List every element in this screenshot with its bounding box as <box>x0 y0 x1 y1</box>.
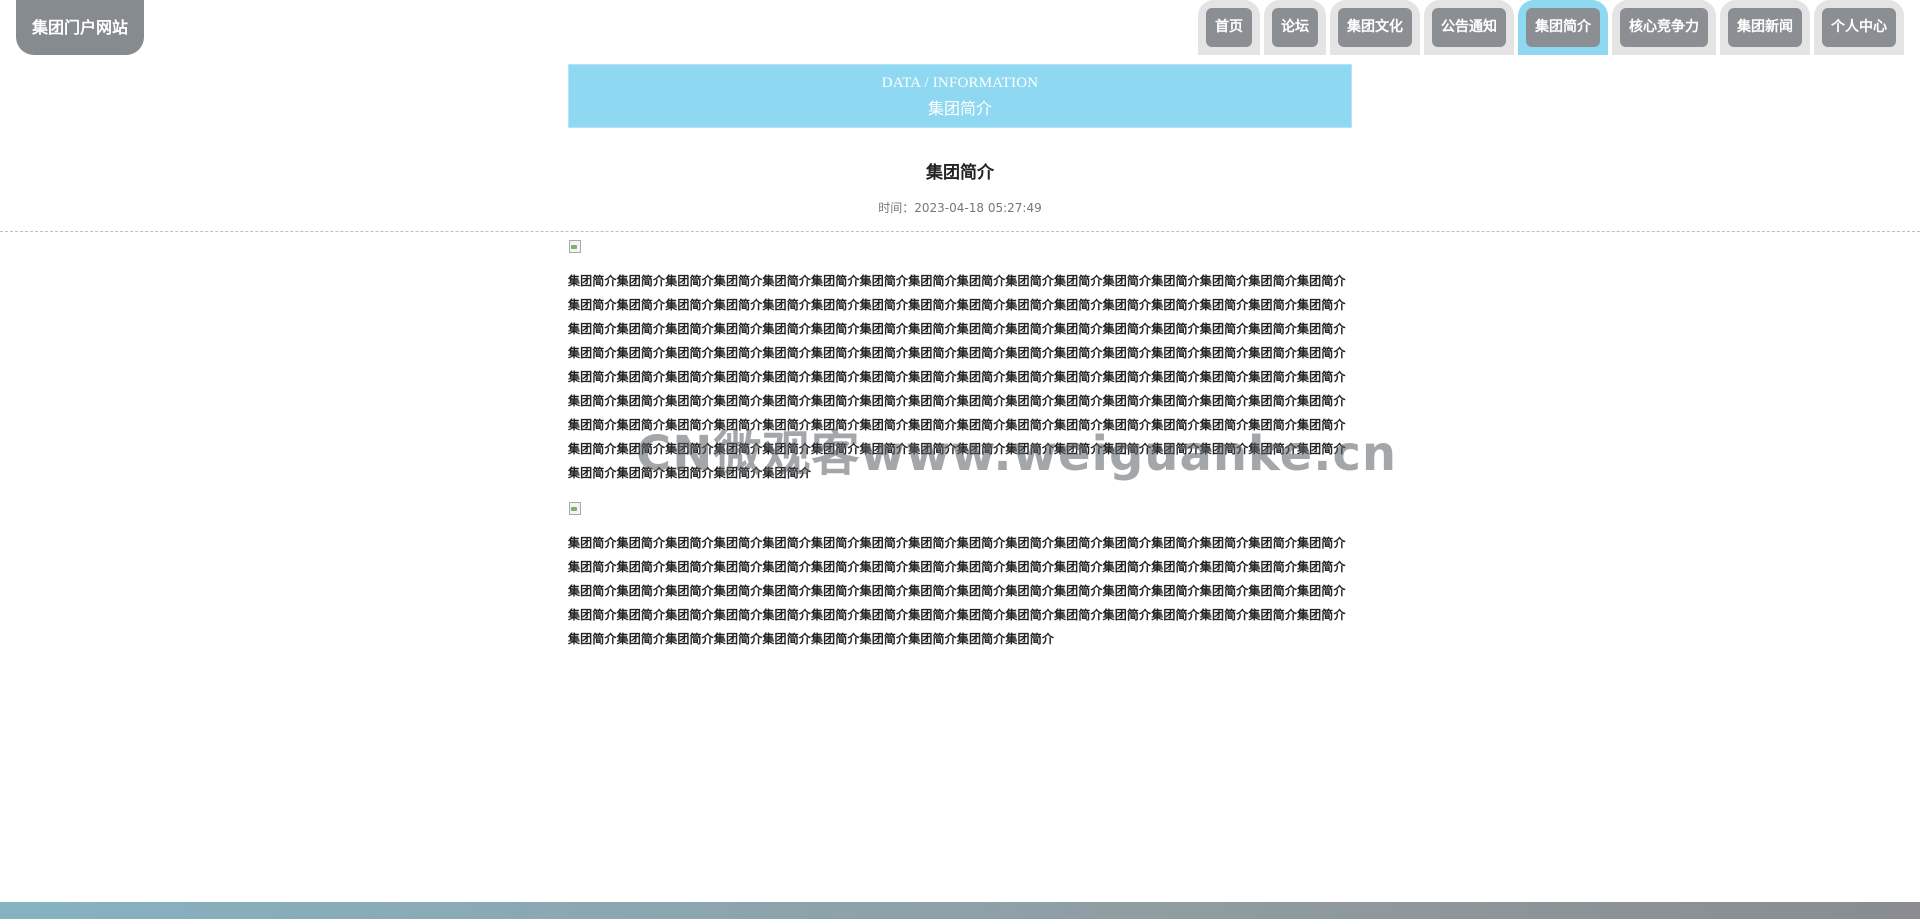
nav-item-introduction[interactable]: 集团简介 <box>1518 0 1608 55</box>
nav-item-label: 论坛 <box>1272 8 1318 47</box>
site-logo[interactable]: 集团门户网站 <box>16 0 144 55</box>
divider <box>0 231 1920 232</box>
article-paragraph: 集团简介集团简介集团简介集团简介集团简介集团简介集团简介集团简介集团简介集团简介… <box>568 274 1346 480</box>
broken-image-icon <box>568 239 582 253</box>
nav-item-label: 集团简介 <box>1526 8 1600 47</box>
nav-item-competitiveness[interactable]: 核心竞争力 <box>1612 0 1716 55</box>
banner-subtitle: DATA / INFORMATION <box>881 75 1039 91</box>
nav-item-news[interactable]: 集团新闻 <box>1720 0 1810 55</box>
nav-item-label: 核心竞争力 <box>1620 8 1708 47</box>
nav-item-label: 公告通知 <box>1432 8 1506 47</box>
nav-item-label: 个人中心 <box>1822 8 1896 47</box>
article-body: 集团简介集团简介集团简介集团简介集团简介集团简介集团简介集团简介集团简介集团简介… <box>568 236 1352 651</box>
footer-strip <box>0 902 1920 919</box>
page-banner: DATA / INFORMATION 集团简介 <box>568 64 1352 128</box>
nav-item-label: 首页 <box>1206 8 1252 47</box>
nav-item-personal-center[interactable]: 个人中心 <box>1814 0 1904 55</box>
banner-title: 集团简介 <box>927 99 992 118</box>
nav-item-label: 集团文化 <box>1338 8 1412 47</box>
nav-item-announcements[interactable]: 公告通知 <box>1424 0 1514 55</box>
article-title: 集团简介 <box>926 163 994 183</box>
nav-item-home[interactable]: 首页 <box>1198 0 1260 55</box>
article-paragraph: 集团简介集团简介集团简介集团简介集团简介集团简介集团简介集团简介集团简介集团简介… <box>568 536 1346 646</box>
article-timestamp: 时间：2023-04-18 05:27:49 <box>878 201 1042 215</box>
nav-item-forum[interactable]: 论坛 <box>1264 0 1326 55</box>
nav-item-label: 集团新闻 <box>1728 8 1802 47</box>
broken-image-icon <box>568 501 582 515</box>
main-nav: 首页 论坛 集团文化 公告通知 集团简介 核心竞争力 集团新闻 个人中心 <box>1198 0 1904 55</box>
nav-item-culture[interactable]: 集团文化 <box>1330 0 1420 55</box>
